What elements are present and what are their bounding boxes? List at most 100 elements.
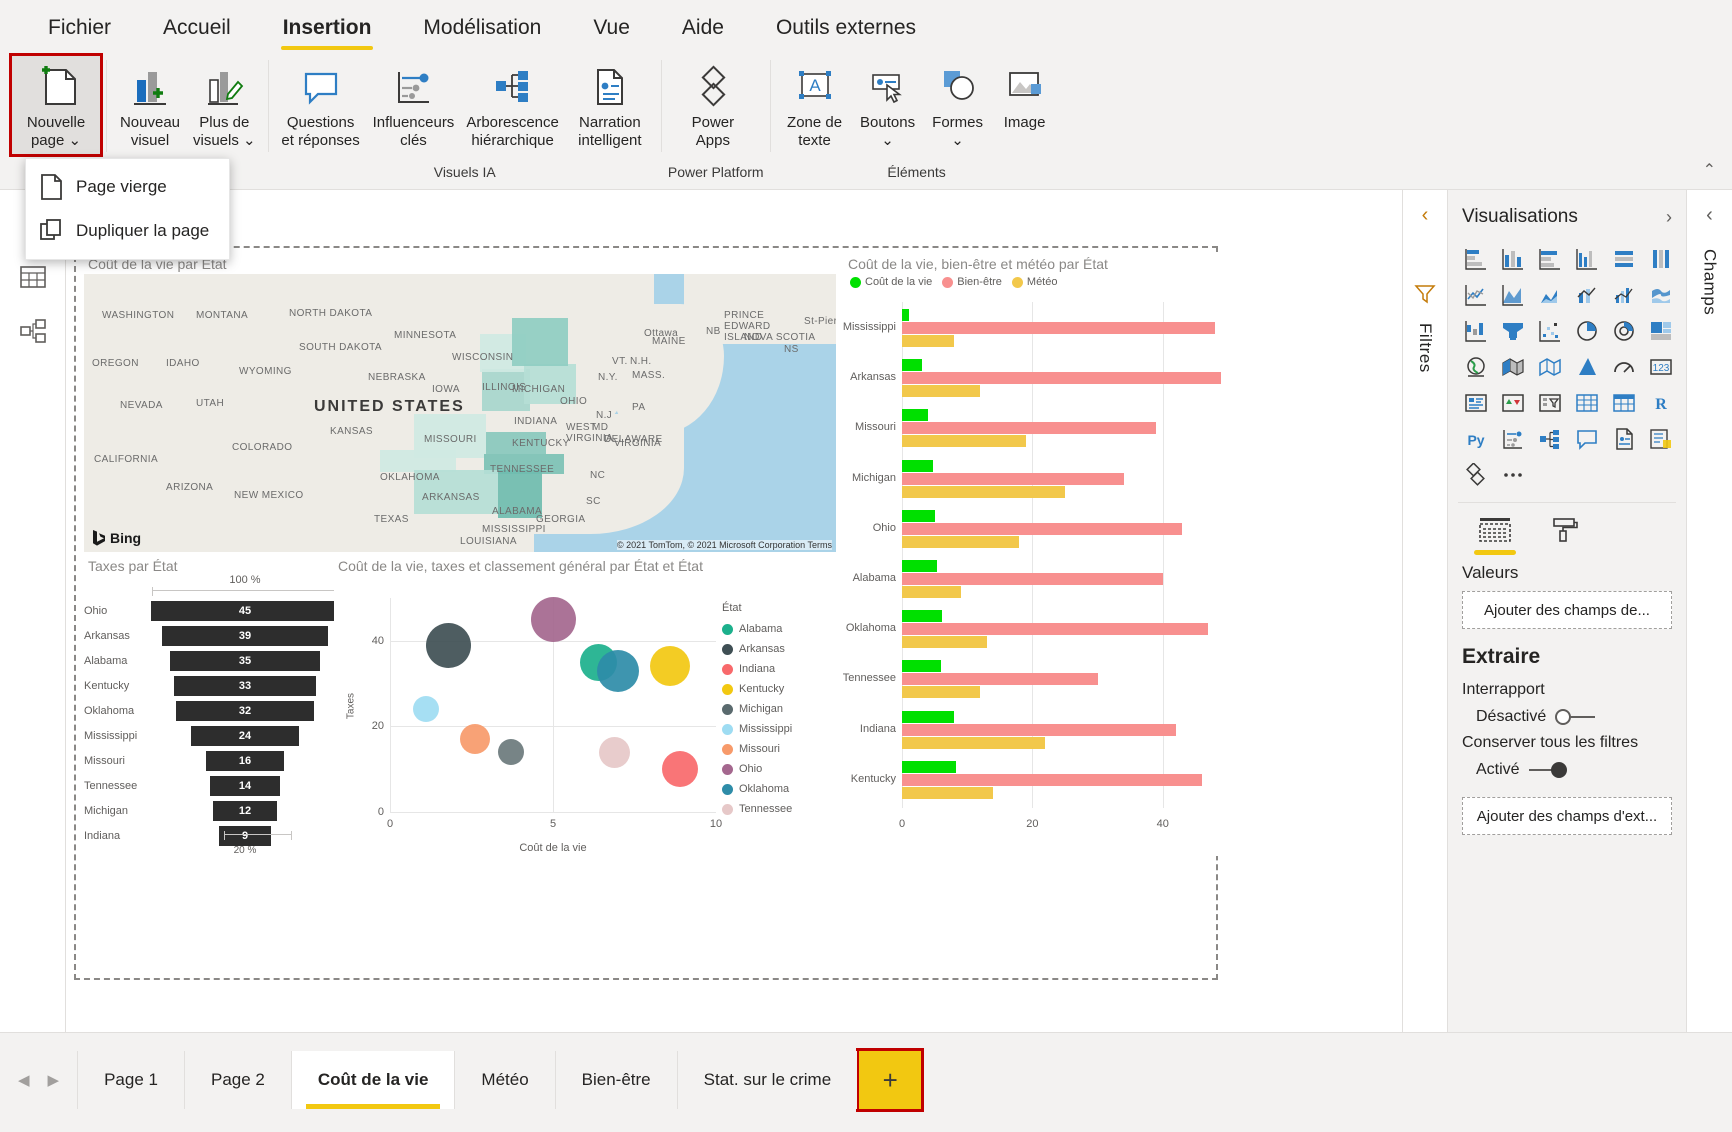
bar-legend[interactable]: Coût de la vieBien-êtreMétéo <box>844 276 1234 288</box>
bar-segment[interactable] <box>902 335 954 347</box>
visual-funnel-taxes[interactable]: Taxes par État 100 % Ohio45Arkansas39Ala… <box>84 556 344 856</box>
qa-visual-icon[interactable] <box>1569 422 1604 456</box>
model-view-icon[interactable] <box>0 304 66 358</box>
python-visual-icon[interactable]: Py <box>1458 422 1493 456</box>
funnel-bar[interactable]: 14 <box>210 776 281 796</box>
map-icon[interactable] <box>1458 350 1493 384</box>
bar-segment[interactable] <box>902 322 1215 334</box>
bar-segment[interactable] <box>902 761 956 773</box>
menu-item-page-vierge[interactable]: Page vierge <box>26 165 229 209</box>
page-tab-4[interactable]: Météo <box>454 1051 554 1109</box>
scatter-bubble[interactable] <box>460 724 490 754</box>
visual-map-cost-of-living[interactable]: Coût de la vie par État <box>84 254 836 552</box>
bar-segment[interactable] <box>902 473 1124 485</box>
100-stacked-column-chart-icon[interactable] <box>1643 242 1678 276</box>
100-stacked-bar-chart-icon[interactable] <box>1606 242 1641 276</box>
ribbon-chart-icon[interactable] <box>1643 278 1678 312</box>
funnel-row[interactable]: Alabama35 <box>84 648 344 673</box>
clustered-bar-chart-icon[interactable] <box>1532 242 1567 276</box>
scatter-bubble[interactable] <box>498 739 524 765</box>
bar-legend-item[interactable]: Météo <box>1012 276 1058 288</box>
bar-legend-item[interactable]: Bien-être <box>942 276 1002 288</box>
line-stacked-column-icon[interactable] <box>1569 278 1604 312</box>
funnel-row[interactable]: Kentucky33 <box>84 673 344 698</box>
menu-tab-fichier[interactable]: Fichier <box>22 10 137 46</box>
questions-et-reponses-button[interactable]: Questions et réponses <box>275 56 367 154</box>
funnel-bar[interactable]: 35 <box>170 651 320 671</box>
next-page-icon[interactable]: ▶ <box>48 1071 60 1089</box>
bar-segment[interactable] <box>902 660 941 672</box>
menu-tab-accueil[interactable]: Accueil <box>137 10 257 46</box>
bar-group[interactable]: Kentucky <box>902 754 1228 804</box>
menu-tab-outils-externes[interactable]: Outils externes <box>750 10 942 46</box>
bar-group[interactable]: Mississippi <box>902 302 1228 352</box>
filled-map-icon[interactable] <box>1495 350 1530 384</box>
scatter-bubble[interactable] <box>426 623 471 668</box>
funnel-bar[interactable]: 16 <box>206 751 284 771</box>
bar-segment[interactable] <box>902 536 1019 548</box>
format-tab[interactable] <box>1542 517 1584 555</box>
image-button[interactable]: Image <box>993 56 1057 136</box>
menu-tab-modelisation[interactable]: Modélisation <box>397 10 567 46</box>
formes-button[interactable]: Formes ⌄ <box>923 56 993 154</box>
add-data-fields-well[interactable]: Ajouter des champs de... <box>1462 591 1672 629</box>
page-tabs[interactable]: ◀ ▶ Page 1Page 2Coût de la vieMétéoBien-… <box>0 1051 921 1109</box>
bar-segment[interactable] <box>902 510 935 522</box>
bar-group[interactable]: Tennessee <box>902 653 1228 703</box>
bar-segment[interactable] <box>902 610 942 622</box>
plus-de-visuels-button[interactable]: Plus de visuels ⌄ <box>187 56 262 154</box>
scatter-bubble[interactable] <box>599 737 630 768</box>
report-canvas[interactable]: Coût de la vie par État <box>74 246 1218 980</box>
bar-segment[interactable] <box>902 724 1176 736</box>
shape-map-icon[interactable] <box>1532 350 1567 384</box>
line-clustered-column-icon[interactable] <box>1606 278 1641 312</box>
funnel-row[interactable]: Oklahoma32 <box>84 698 344 723</box>
bar-segment[interactable] <box>902 359 922 371</box>
stacked-area-chart-icon[interactable] <box>1532 278 1567 312</box>
nouvelle-page-button[interactable]: Nouvelle page ⌄ <box>12 56 100 154</box>
more-options-icon[interactable] <box>1495 458 1530 492</box>
cross-report-toggle[interactable] <box>1555 709 1595 725</box>
bar-group[interactable]: Missouri <box>902 402 1228 452</box>
waterfall-chart-icon[interactable] <box>1458 314 1493 348</box>
bar-segment[interactable] <box>902 586 961 598</box>
bar-group[interactable]: Ohio <box>902 503 1228 553</box>
add-page-button[interactable]: + <box>859 1051 921 1109</box>
bar-segment[interactable] <box>902 372 1221 384</box>
power-apps-button[interactable]: Power Apps <box>668 56 758 154</box>
funnel-row[interactable]: Tennessee14 <box>84 773 344 798</box>
zone-de-texte-button[interactable]: A Zone de texte <box>777 56 853 154</box>
expand-pane-chevron-icon[interactable]: › <box>1666 207 1672 228</box>
bar-segment[interactable] <box>902 774 1202 786</box>
scatter-bubble[interactable] <box>531 597 576 642</box>
scatter-legend-item[interactable]: Ohio <box>722 759 834 779</box>
bar-group[interactable]: Arkansas <box>902 352 1228 402</box>
scatter-chart-icon[interactable] <box>1532 314 1567 348</box>
scatter-bubble[interactable] <box>413 696 439 722</box>
stacked-column-chart-icon[interactable] <box>1495 242 1530 276</box>
bar-segment[interactable] <box>902 385 980 397</box>
page-tab-6[interactable]: Stat. sur le crime <box>677 1051 858 1109</box>
bar-segment[interactable] <box>902 309 909 321</box>
funnel-bar[interactable]: 45 <box>151 601 339 621</box>
visual-scatter-cost-taxes[interactable]: Coût de la vie, taxes et classement géné… <box>334 556 836 856</box>
bar-segment[interactable] <box>902 435 1026 447</box>
page-nav-arrows[interactable]: ◀ ▶ <box>0 1051 77 1109</box>
stacked-bar-chart-icon[interactable] <box>1458 242 1493 276</box>
bar-segment[interactable] <box>902 560 937 572</box>
table-icon[interactable] <box>1569 386 1604 420</box>
scatter-legend-item[interactable]: Oklahoma <box>722 779 834 799</box>
funnel-bar[interactable]: 24 <box>191 726 300 746</box>
area-chart-icon[interactable] <box>1495 278 1530 312</box>
bar-segment[interactable] <box>902 636 987 648</box>
expand-filters-icon[interactable]: ‹ <box>1422 204 1429 227</box>
keep-all-filters-toggle-row[interactable]: Activé <box>1448 754 1686 779</box>
boutons-button[interactable]: Boutons ⌄ <box>853 56 923 154</box>
bar-group[interactable]: Indiana <box>902 704 1228 754</box>
bar-segment[interactable] <box>902 686 980 698</box>
menu-item-dupliquer-la-page[interactable]: Dupliquer la page <box>26 209 229 253</box>
pie-chart-icon[interactable] <box>1569 314 1604 348</box>
scatter-bubble[interactable] <box>597 650 639 692</box>
menu-tab-aide[interactable]: Aide <box>656 10 750 46</box>
filters-pane-collapsed[interactable]: ‹ Filtres <box>1402 190 1448 1032</box>
